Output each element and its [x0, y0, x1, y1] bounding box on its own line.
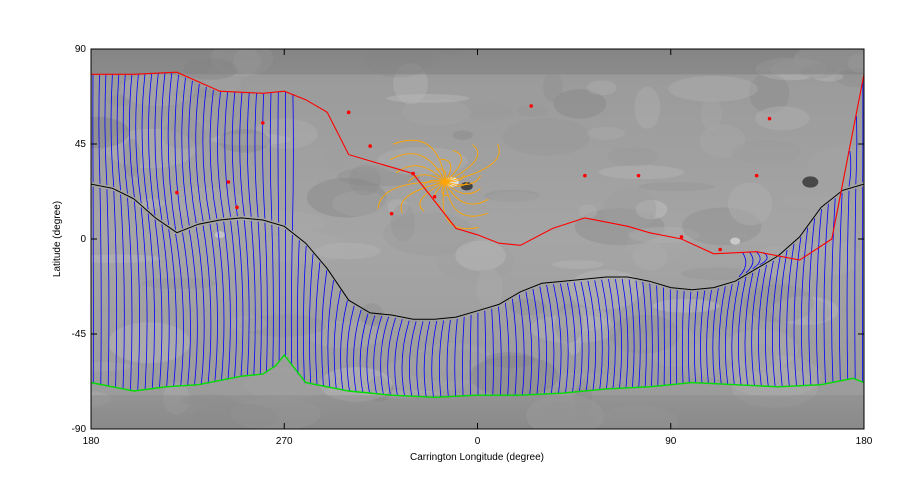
magnetogram-patch — [464, 102, 514, 121]
magnetogram-patch — [386, 94, 470, 103]
y-tick-label: 0 — [80, 234, 86, 245]
magnetogram-patch — [91, 254, 163, 263]
magnetogram-patch — [795, 250, 837, 280]
magnetogram-patch — [781, 191, 854, 209]
magnetogram-patch — [609, 314, 680, 354]
magnetogram-patch — [137, 198, 166, 210]
magnetogram-patch — [391, 203, 415, 242]
contour-dot — [260, 121, 265, 125]
magnetogram-patch — [587, 80, 617, 96]
y-axis-title: Latitude (degree) — [52, 201, 63, 277]
magnetogram-patch — [634, 86, 661, 129]
magnetogram-patch — [552, 260, 604, 269]
x-tick-label: 180 — [83, 436, 100, 447]
magnetogram-patch — [502, 118, 591, 156]
magnetogram-patch — [626, 228, 692, 262]
magnetogram-patch — [481, 191, 546, 214]
y-tick-label: 90 — [75, 44, 87, 55]
contour-dot — [754, 173, 759, 178]
active-region-spot — [730, 237, 741, 245]
magnetogram-patch — [160, 117, 206, 149]
magnetogram-patch — [455, 240, 506, 271]
contour-dot — [767, 116, 772, 121]
contour-dot — [235, 205, 239, 210]
x-axis-title: Carrington Longitude (degree) — [410, 452, 544, 463]
magnetogram-patch — [847, 242, 864, 268]
magnetogram-patch — [141, 277, 218, 289]
magnetogram-patch — [91, 361, 135, 372]
magnetogram-patch — [587, 126, 625, 140]
magnetogram-patch — [607, 147, 659, 167]
magnetogram-patch — [754, 246, 799, 277]
contour-dot — [175, 190, 179, 195]
x-tick-label: 0 — [475, 436, 481, 447]
y-tick-label: -45 — [72, 329, 87, 340]
active-region-spot — [214, 231, 225, 239]
contour-dot — [718, 247, 722, 252]
active-region-spot — [802, 176, 819, 188]
contour-dot — [226, 180, 231, 184]
magnetogram-patch — [638, 182, 715, 192]
magnetogram-patch — [353, 164, 401, 173]
magnetogram-patch — [603, 187, 657, 231]
magnetogram-patch — [108, 322, 191, 364]
magnetogram-patch — [578, 204, 598, 219]
contour-dot — [389, 211, 394, 216]
y-tick-label: 45 — [75, 139, 87, 150]
contour-dot — [529, 104, 533, 108]
contour-dot — [411, 171, 415, 176]
magnetogram-patch — [680, 267, 757, 281]
x-tick-label: 90 — [665, 436, 677, 447]
magnetogram-patch — [478, 323, 536, 346]
pfss-field-map: 180 270 0 90 180 90 45 0 -45 -90 Carrington Long… — [52, 44, 873, 463]
contour-dot — [346, 110, 351, 115]
contour-dot — [368, 144, 372, 148]
magnetogram-patch — [617, 272, 634, 291]
magnetogram-patch — [755, 106, 810, 131]
y-tick-label: -90 — [72, 424, 87, 435]
contour-dot — [583, 173, 587, 178]
magnetogram-patch — [452, 130, 473, 140]
magnetogram-patch — [727, 182, 773, 226]
magnetogram-patch — [543, 72, 563, 103]
magnetogram-patch — [730, 140, 802, 164]
magnetogram-patch — [700, 96, 723, 132]
magnetogram-patch — [476, 267, 503, 309]
magnetogram-patch — [263, 231, 347, 265]
contour-dot — [636, 173, 641, 178]
magnetogram-patch — [700, 348, 721, 373]
x-tick-label: 270 — [276, 436, 293, 447]
contour-dot — [432, 194, 437, 199]
magnetogram-patch — [598, 165, 685, 180]
magnetogram-patch — [743, 344, 777, 373]
magnetogram-patch — [325, 148, 348, 170]
x-tick-label: 180 — [856, 436, 873, 447]
contour-dot — [679, 235, 684, 239]
